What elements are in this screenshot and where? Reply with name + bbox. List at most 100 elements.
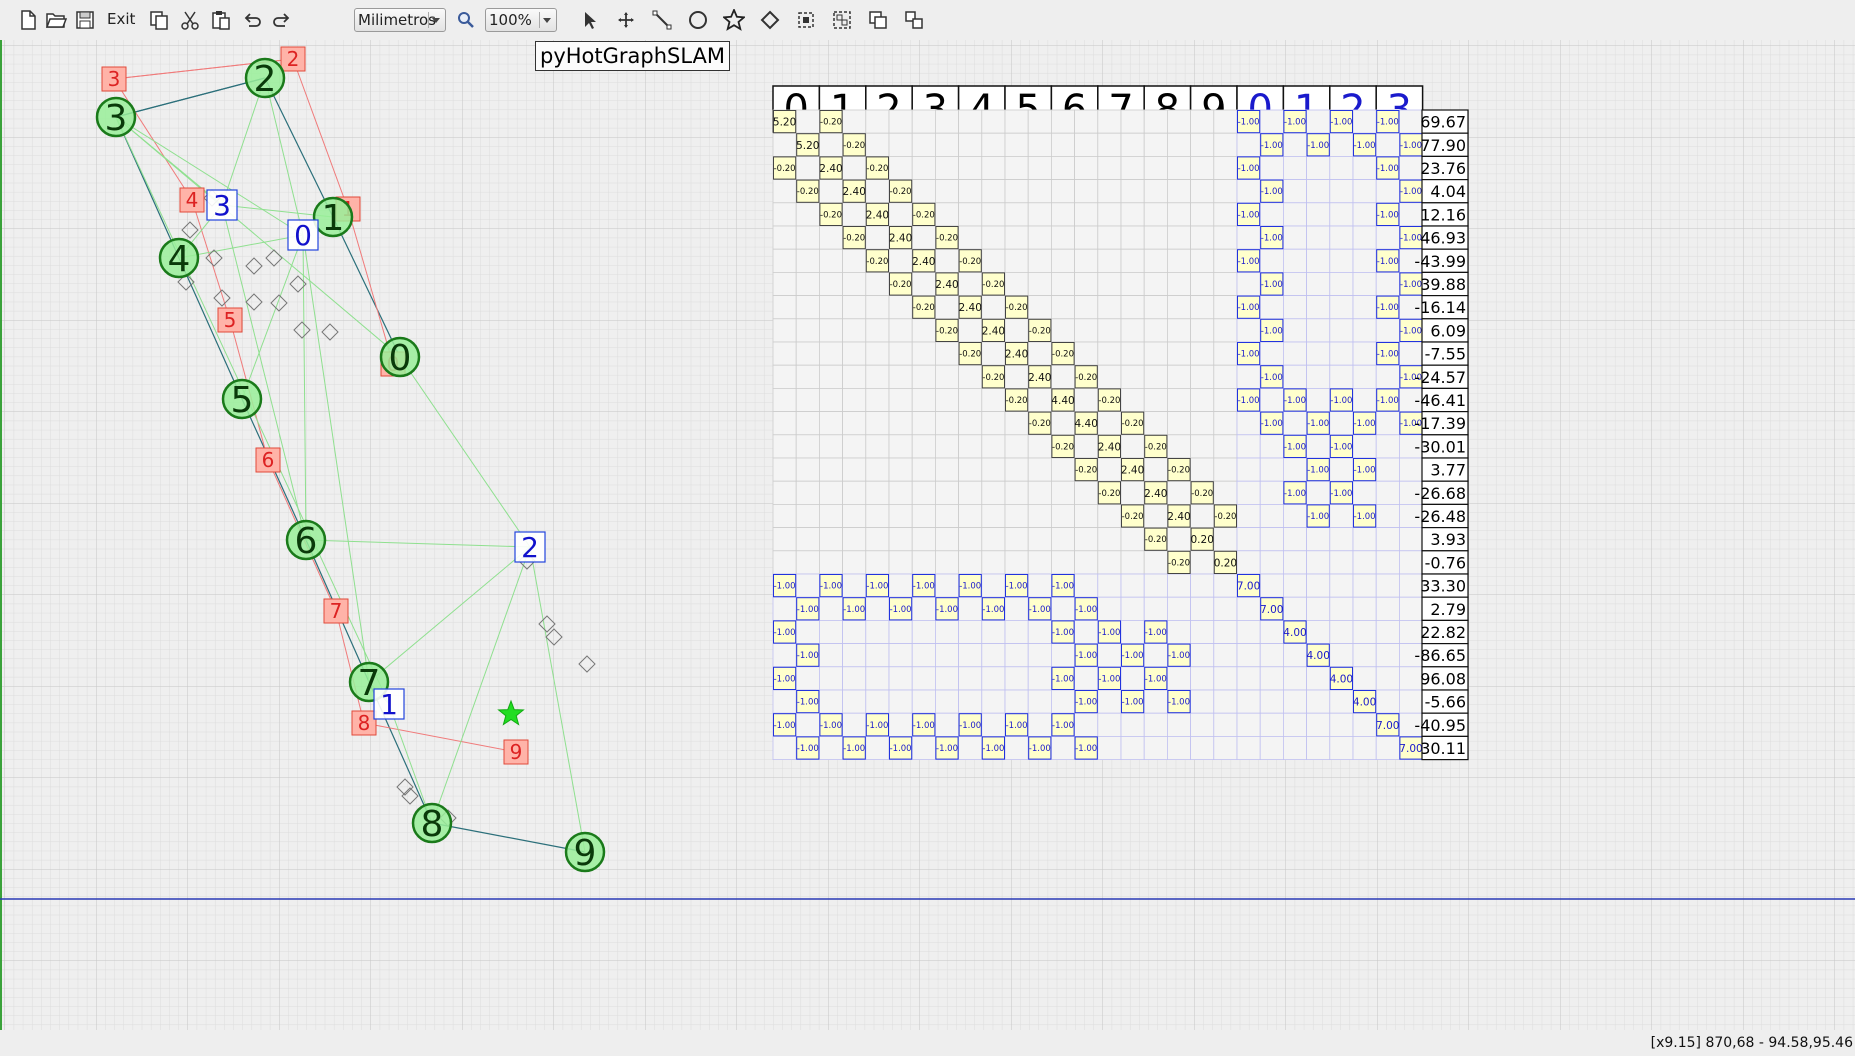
select-nodes-icon[interactable] [826,4,858,36]
pointer-icon[interactable] [574,4,606,36]
save-icon[interactable] [69,4,101,36]
matrix-grid-cell [1004,736,1029,761]
main-toolbar: Exit Milimetros 100% [0,0,1855,40]
matrix-grid-cell [819,689,844,714]
matrix-grid-cell [865,596,890,621]
matrix-value-label: -1.00 [1377,257,1399,267]
matrix-grid-cell [819,364,844,389]
matrix-grid-cell [1027,387,1052,412]
matrix-grid-cell [772,295,797,320]
matrix-value-label: -0.20 [936,326,958,336]
matrix-grid-cell [981,573,1006,598]
matrix-value-label: -1.00 [1377,303,1399,313]
matrix-grid-cell [1329,457,1354,482]
matrix-value-label: 0.20 [1191,534,1214,546]
matrix-grid-cell [1120,364,1145,389]
undo-icon[interactable] [236,4,268,36]
zoom-select[interactable]: 100% [485,8,557,32]
matrix-grid-cell [981,689,1006,714]
matrix-grid-cell [795,156,820,181]
matrix-value-label: -0.20 [1122,512,1144,522]
matrix-grid-cell [981,295,1006,320]
redo-icon[interactable] [266,4,298,36]
move-icon[interactable] [610,4,642,36]
matrix-grid-cell [1213,271,1238,296]
matrix-value-label: -1.00 [866,582,888,592]
matrix-grid-cell [1236,550,1261,575]
matrix-grid-cell [1236,596,1261,621]
matrix-grid-cell [795,387,820,412]
matrix-grid-cell [888,457,913,482]
matrix-grid-cell [1352,248,1377,273]
matrix-grid-cell [1167,736,1192,761]
matrix-value-label: -1.00 [982,744,1004,754]
matrix-grid-cell [1143,689,1168,714]
matrix-grid-cell [1283,457,1308,482]
matrix-grid-cell [1329,411,1354,436]
matrix-grid-cell [1213,109,1238,134]
matrix-grid-cell [1167,202,1192,227]
matrix-grid-cell [1190,156,1215,181]
star-tool-icon[interactable] [718,4,750,36]
matrix-value-label: -1.00 [1330,489,1352,499]
graph-canvas[interactable]: 012345678901234567890123 012345678901235… [0,40,1855,1030]
group-icon[interactable] [862,4,894,36]
matrix-grid-cell [819,736,844,761]
matrix-grid-cell [1352,295,1377,320]
matrix-grid-cell [911,364,936,389]
paste-icon[interactable] [205,4,237,36]
diamond-tool-icon[interactable] [754,4,786,36]
matrix-grid-cell [1074,109,1099,134]
rhs-value: 33.30 [1420,577,1466,596]
matrix-grid-cell [1259,156,1284,181]
line-tool-icon[interactable] [646,4,678,36]
matrix-grid-cell [772,689,797,714]
matrix-grid-cell [1004,550,1029,575]
ungroup-icon[interactable] [898,4,930,36]
matrix-value-label: -1.00 [1168,651,1190,661]
matrix-grid-cell [1259,387,1284,412]
matrix-value-label: -1.00 [1052,628,1074,638]
matrix-grid-cell [1190,364,1215,389]
select-area-icon[interactable] [790,4,822,36]
matrix-grid-cell [772,202,797,227]
matrix-value-label: -1.00 [959,721,981,731]
matrix-grid-cell [772,341,797,366]
matrix-grid-cell [958,271,983,296]
matrix-grid-cell [1143,179,1168,204]
matrix-grid-cell [1259,643,1284,668]
matrix-grid-cell [911,736,936,761]
matrix-grid-cell [1352,271,1377,296]
matrix-grid-cell [1120,248,1145,273]
matrix-grid-cell [958,156,983,181]
matrix-grid-cell [1167,480,1192,505]
circle-tool-icon[interactable] [682,4,714,36]
open-folder-icon[interactable] [40,4,72,36]
matrix-value-label: -1.00 [1284,118,1306,128]
matrix-grid-cell [1027,573,1052,598]
pose-node-label: 3 [105,98,128,139]
matrix-value-label: -0.20 [959,350,981,360]
matrix-grid-cell [819,527,844,552]
matrix-value-label: 7.00 [1237,581,1260,593]
cut-icon[interactable] [174,4,206,36]
matrix-grid-cell [1190,573,1215,598]
matrix-grid-cell [1375,434,1400,459]
matrix-grid-cell [865,225,890,250]
matrix-grid-cell [1143,387,1168,412]
status-coordinates: [x9.15] 870,68 - 94.58,95.46 [1650,1035,1853,1051]
matrix-grid-cell [958,318,983,343]
matrix-grid-cell [1120,550,1145,575]
matrix-value-label: -1.00 [1238,303,1260,313]
matrix-grid-cell [772,318,797,343]
matrix-grid-cell [819,225,844,250]
matrix-grid-cell [935,480,960,505]
matrix-grid-cell [1259,666,1284,691]
matrix-grid-cell [1190,712,1215,737]
exit-button[interactable]: Exit [107,10,135,28]
matrix-grid-cell [888,156,913,181]
copy-icon[interactable] [143,4,175,36]
units-select[interactable]: Milimetros [354,8,446,32]
matrix-grid-cell [1190,387,1215,412]
matrix-value-label: -1.00 [1238,350,1260,360]
